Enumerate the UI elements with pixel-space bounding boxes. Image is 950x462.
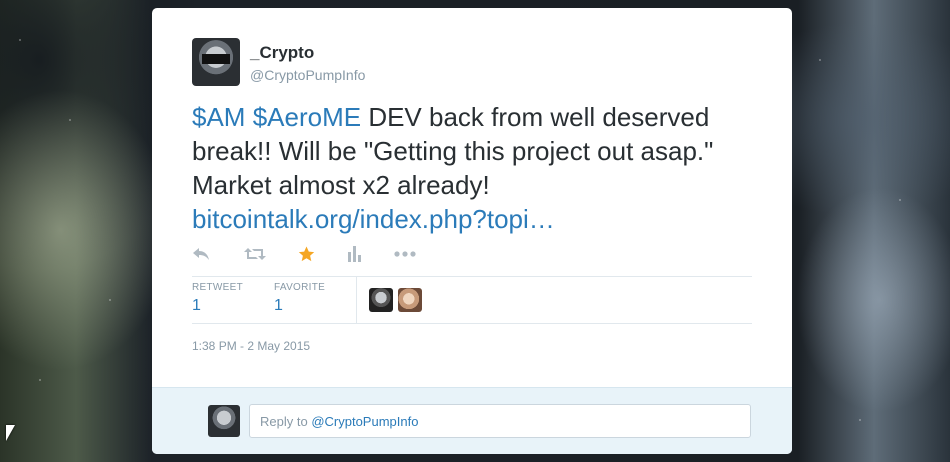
- star-icon[interactable]: [298, 246, 315, 267]
- tweet-stats: RETWEET 1 FAVORITE 1: [192, 276, 752, 324]
- favorite-count[interactable]: 1: [274, 297, 325, 315]
- favorite-stat[interactable]: FAVORITE 1: [274, 282, 325, 315]
- favoriter-avatar[interactable]: [398, 288, 422, 312]
- retweet-label: RETWEET: [192, 282, 243, 293]
- cashtag-aerome[interactable]: $AeroME: [253, 102, 361, 132]
- retweet-stat[interactable]: RETWEET 1: [192, 282, 243, 315]
- cashtag-am[interactable]: $AM: [192, 102, 245, 132]
- retweet-icon[interactable]: [244, 246, 266, 267]
- author-avatar[interactable]: [192, 38, 240, 86]
- tweet-card: _Crypto @CryptoPumpInfo $AM $AeroME DEV …: [152, 8, 792, 454]
- tweet-text: $AM $AeroME DEV back from well deserved …: [192, 100, 762, 236]
- favoriter-avatar[interactable]: [369, 288, 393, 312]
- author-name[interactable]: _Crypto: [250, 43, 314, 63]
- bar-chart-icon[interactable]: [348, 246, 362, 267]
- reply-handle: @CryptoPumpInfo: [311, 414, 419, 429]
- mouse-cursor-icon: [6, 425, 15, 441]
- tweet-link[interactable]: bitcointalk.org/index.php?topi…: [192, 204, 555, 234]
- stats-separator: [356, 276, 357, 324]
- current-user-avatar: [208, 405, 240, 437]
- reply-bar: Reply to @CryptoPumpInfo: [152, 387, 792, 454]
- reply-placeholder: Reply to: [260, 414, 312, 429]
- stats-bottom-divider: [192, 323, 752, 324]
- tweet-timestamp[interactable]: 1:38 PM - 2 May 2015: [192, 339, 310, 353]
- more-dots-icon[interactable]: [394, 246, 416, 267]
- retweet-count[interactable]: 1: [192, 297, 243, 315]
- reply-input[interactable]: Reply to @CryptoPumpInfo: [249, 404, 751, 438]
- favorite-label: FAVORITE: [274, 282, 326, 293]
- reply-icon[interactable]: [192, 246, 210, 267]
- author-handle[interactable]: @CryptoPumpInfo: [250, 67, 365, 83]
